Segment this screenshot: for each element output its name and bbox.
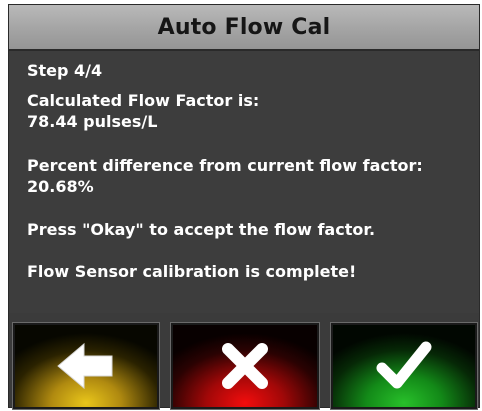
flow-factor-label: Calculated Flow Factor is: [27, 91, 260, 110]
percent-difference-value: 20.68% [27, 177, 94, 196]
flow-factor-value: 78.44 pulses/L [27, 112, 158, 131]
step-indicator: Step 4/4 [27, 61, 103, 80]
dialog-content: Step 4/4 Calculated Flow Factor is: 78.4… [9, 51, 479, 313]
close-icon [222, 343, 268, 389]
back-button[interactable] [12, 322, 160, 410]
instruction-text: Press "Okay" to accept the flow factor. [27, 220, 376, 239]
dialog-title-bar: Auto Flow Cal [9, 5, 479, 51]
cancel-button[interactable] [170, 322, 320, 410]
arrow-left-icon [57, 342, 113, 390]
completion-message: Flow Sensor calibration is complete! [27, 262, 357, 281]
button-row [9, 322, 479, 410]
percent-difference-label: Percent difference from current flow fac… [27, 156, 423, 175]
checkmark-icon [376, 341, 432, 389]
dialog-title: Auto Flow Cal [157, 14, 331, 40]
okay-button[interactable] [330, 322, 478, 410]
auto-flow-cal-dialog: Auto Flow Cal Step 4/4 Calculated Flow F… [8, 4, 480, 410]
